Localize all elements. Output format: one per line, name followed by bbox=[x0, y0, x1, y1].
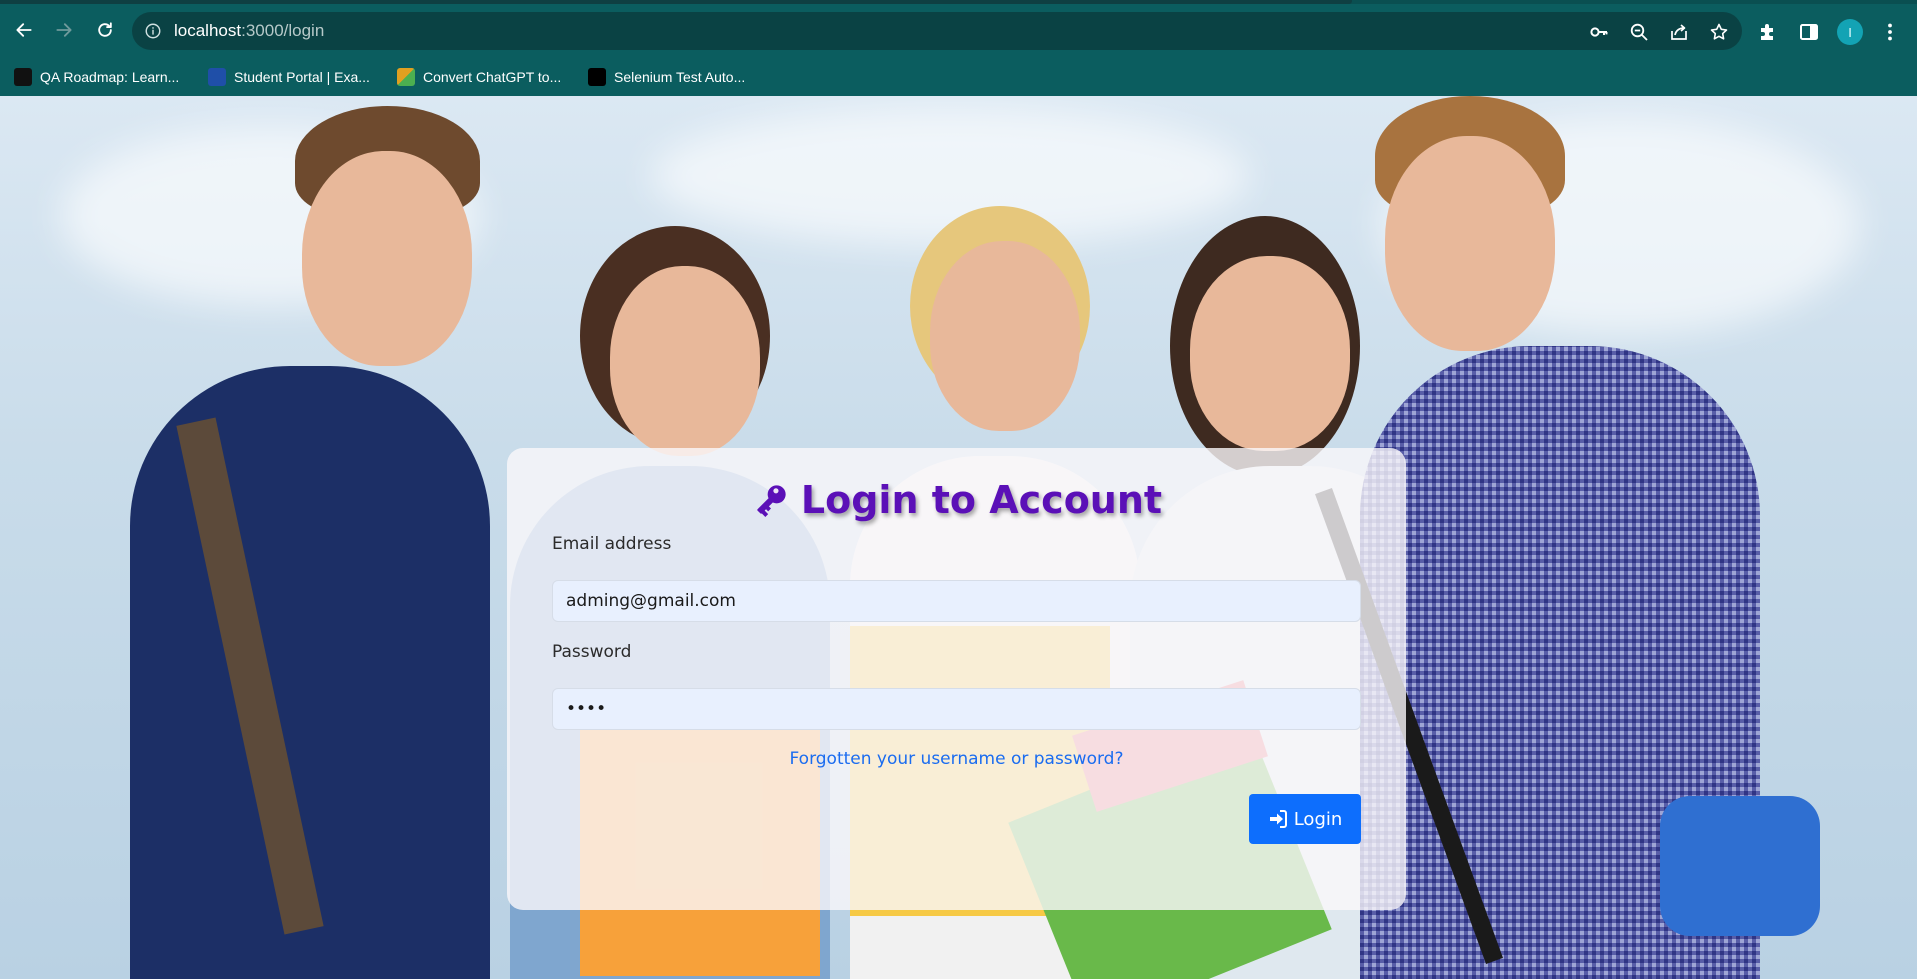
bookmark-student-portal[interactable]: Student Portal | Exa... bbox=[208, 64, 370, 90]
forgot-password-link[interactable]: Forgotten your username or password? bbox=[507, 749, 1406, 769]
bookmark-label: QA Roadmap: Learn... bbox=[40, 69, 180, 85]
address-bar[interactable]: localhost:3000/login bbox=[132, 12, 1742, 50]
student-figure bbox=[80, 96, 500, 979]
more-menu-icon[interactable] bbox=[1879, 21, 1901, 43]
bookmark-selenium[interactable]: Selenium Test Auto... bbox=[588, 64, 745, 90]
bookmark-qa-roadmap[interactable]: QA Roadmap: Learn... bbox=[14, 64, 179, 90]
password-key-icon[interactable] bbox=[1589, 22, 1609, 42]
key-icon bbox=[757, 485, 786, 517]
student-figure bbox=[1315, 96, 1900, 979]
medium-favicon bbox=[588, 68, 606, 86]
browser-toolbar: localhost:3000/login I bbox=[0, 4, 1917, 58]
convert-chatgpt-favicon bbox=[397, 68, 415, 86]
url-host: localhost bbox=[174, 21, 242, 40]
back-arrow-icon bbox=[16, 23, 32, 37]
back-button[interactable] bbox=[11, 17, 37, 43]
bookmark-star-icon[interactable] bbox=[1709, 22, 1729, 42]
student-portal-favicon bbox=[208, 68, 226, 86]
url-path: :3000/login bbox=[241, 21, 325, 40]
forward-button[interactable] bbox=[51, 17, 77, 43]
password-field[interactable] bbox=[552, 688, 1361, 730]
reload-icon bbox=[98, 22, 112, 37]
site-info-icon[interactable] bbox=[144, 22, 162, 40]
password-label: Password bbox=[552, 642, 632, 662]
share-icon[interactable] bbox=[1669, 22, 1689, 42]
bookmark-label: Convert ChatGPT to... bbox=[423, 69, 562, 85]
reload-button[interactable] bbox=[92, 17, 118, 43]
email-field[interactable] bbox=[552, 580, 1361, 622]
login-button-label: Login bbox=[1293, 808, 1343, 830]
roadmap-favicon bbox=[14, 68, 32, 86]
login-card: Login to Account Email address Password … bbox=[507, 448, 1406, 910]
bookmark-label: Student Portal | Exa... bbox=[234, 69, 370, 85]
bookmarks-bar: QA Roadmap: Learn... Student Portal | Ex… bbox=[0, 58, 1917, 96]
extensions-puzzle-icon[interactable] bbox=[1757, 21, 1779, 43]
url-text[interactable]: localhost:3000/login bbox=[174, 21, 324, 41]
zoom-out-icon[interactable] bbox=[1629, 22, 1649, 42]
sign-in-icon bbox=[1269, 810, 1287, 828]
bookmark-label: Selenium Test Auto... bbox=[614, 69, 746, 85]
profile-avatar[interactable]: I bbox=[1837, 19, 1863, 45]
login-title: Login to Account bbox=[507, 478, 1406, 522]
side-panel-icon[interactable] bbox=[1798, 21, 1820, 43]
login-button[interactable]: Login bbox=[1249, 794, 1361, 844]
forward-arrow-icon bbox=[56, 23, 72, 37]
bookmark-convert-chatgpt[interactable]: Convert ChatGPT to... bbox=[397, 64, 561, 90]
page-viewport: Login to Account Email address Password … bbox=[0, 96, 1917, 979]
email-label: Email address bbox=[552, 534, 672, 554]
login-title-text: Login to Account bbox=[800, 478, 1163, 522]
